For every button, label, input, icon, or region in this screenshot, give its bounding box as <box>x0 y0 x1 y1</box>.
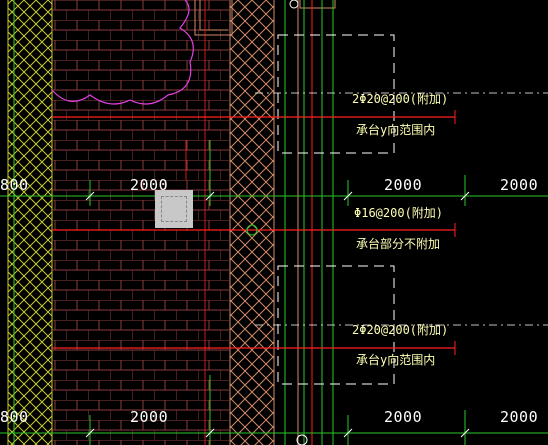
rebar-label-upper: 2Φ20@200(附加) <box>352 92 449 106</box>
note-middle: 承台部分不附加 <box>356 237 441 251</box>
note-lower: 承台y向范围内 <box>356 353 436 367</box>
cad-drawing-viewport[interactable]: 800 2000 2000 2000 800 2000 2000 2000 2Φ… <box>0 0 548 445</box>
rebar-label-middle: Φ16@200(附加) <box>354 206 444 220</box>
dim-right-b-top: 2000 <box>500 176 539 194</box>
dim-right-a-bottom: 2000 <box>384 408 423 426</box>
dim-mid-top: 2000 <box>130 176 169 194</box>
dim-right-b-bottom: 2000 <box>500 408 539 426</box>
cad-drawing-canvas <box>0 0 548 445</box>
column-hatch <box>230 0 274 445</box>
dim-left-top: 800 <box>0 176 29 194</box>
dim-mid-bottom: 2000 <box>130 408 169 426</box>
note-upper: 承台y向范围内 <box>356 123 436 137</box>
dim-left-bottom: 800 <box>0 408 29 426</box>
brick-field <box>53 0 229 445</box>
selection-cursor-box <box>155 190 193 228</box>
left-wall-hatch <box>8 0 52 445</box>
dim-right-a-top: 2000 <box>384 176 423 194</box>
rebar-label-lower: 2Φ20@200(附加) <box>352 323 449 337</box>
